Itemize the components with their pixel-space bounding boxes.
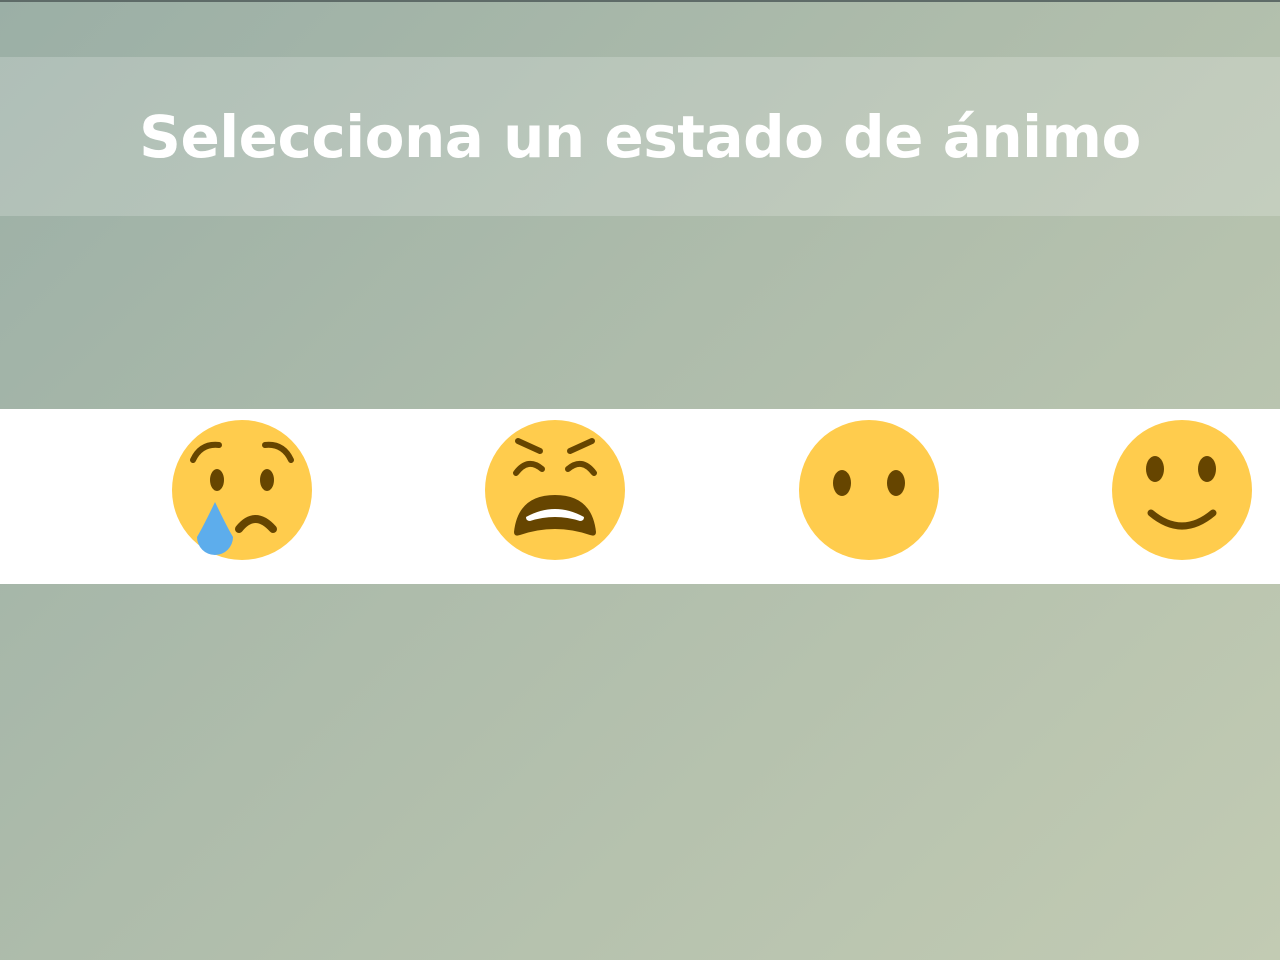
top-edge [0, 0, 1280, 2]
header: Selecciona un estado de ánimo [0, 57, 1280, 216]
mood-option-crying[interactable] [171, 417, 313, 563]
weary-face-icon [485, 420, 625, 560]
slightly-smiling-face-icon [1112, 420, 1252, 560]
mood-option-neutral[interactable] [798, 417, 940, 563]
crying-face-icon [172, 420, 312, 560]
mood-option-weary[interactable] [484, 417, 626, 563]
mood-selector [0, 409, 1280, 584]
page-title: Selecciona un estado de ánimo [139, 102, 1141, 171]
face-without-mouth-icon [799, 420, 939, 560]
mood-option-happy[interactable] [1111, 417, 1253, 563]
